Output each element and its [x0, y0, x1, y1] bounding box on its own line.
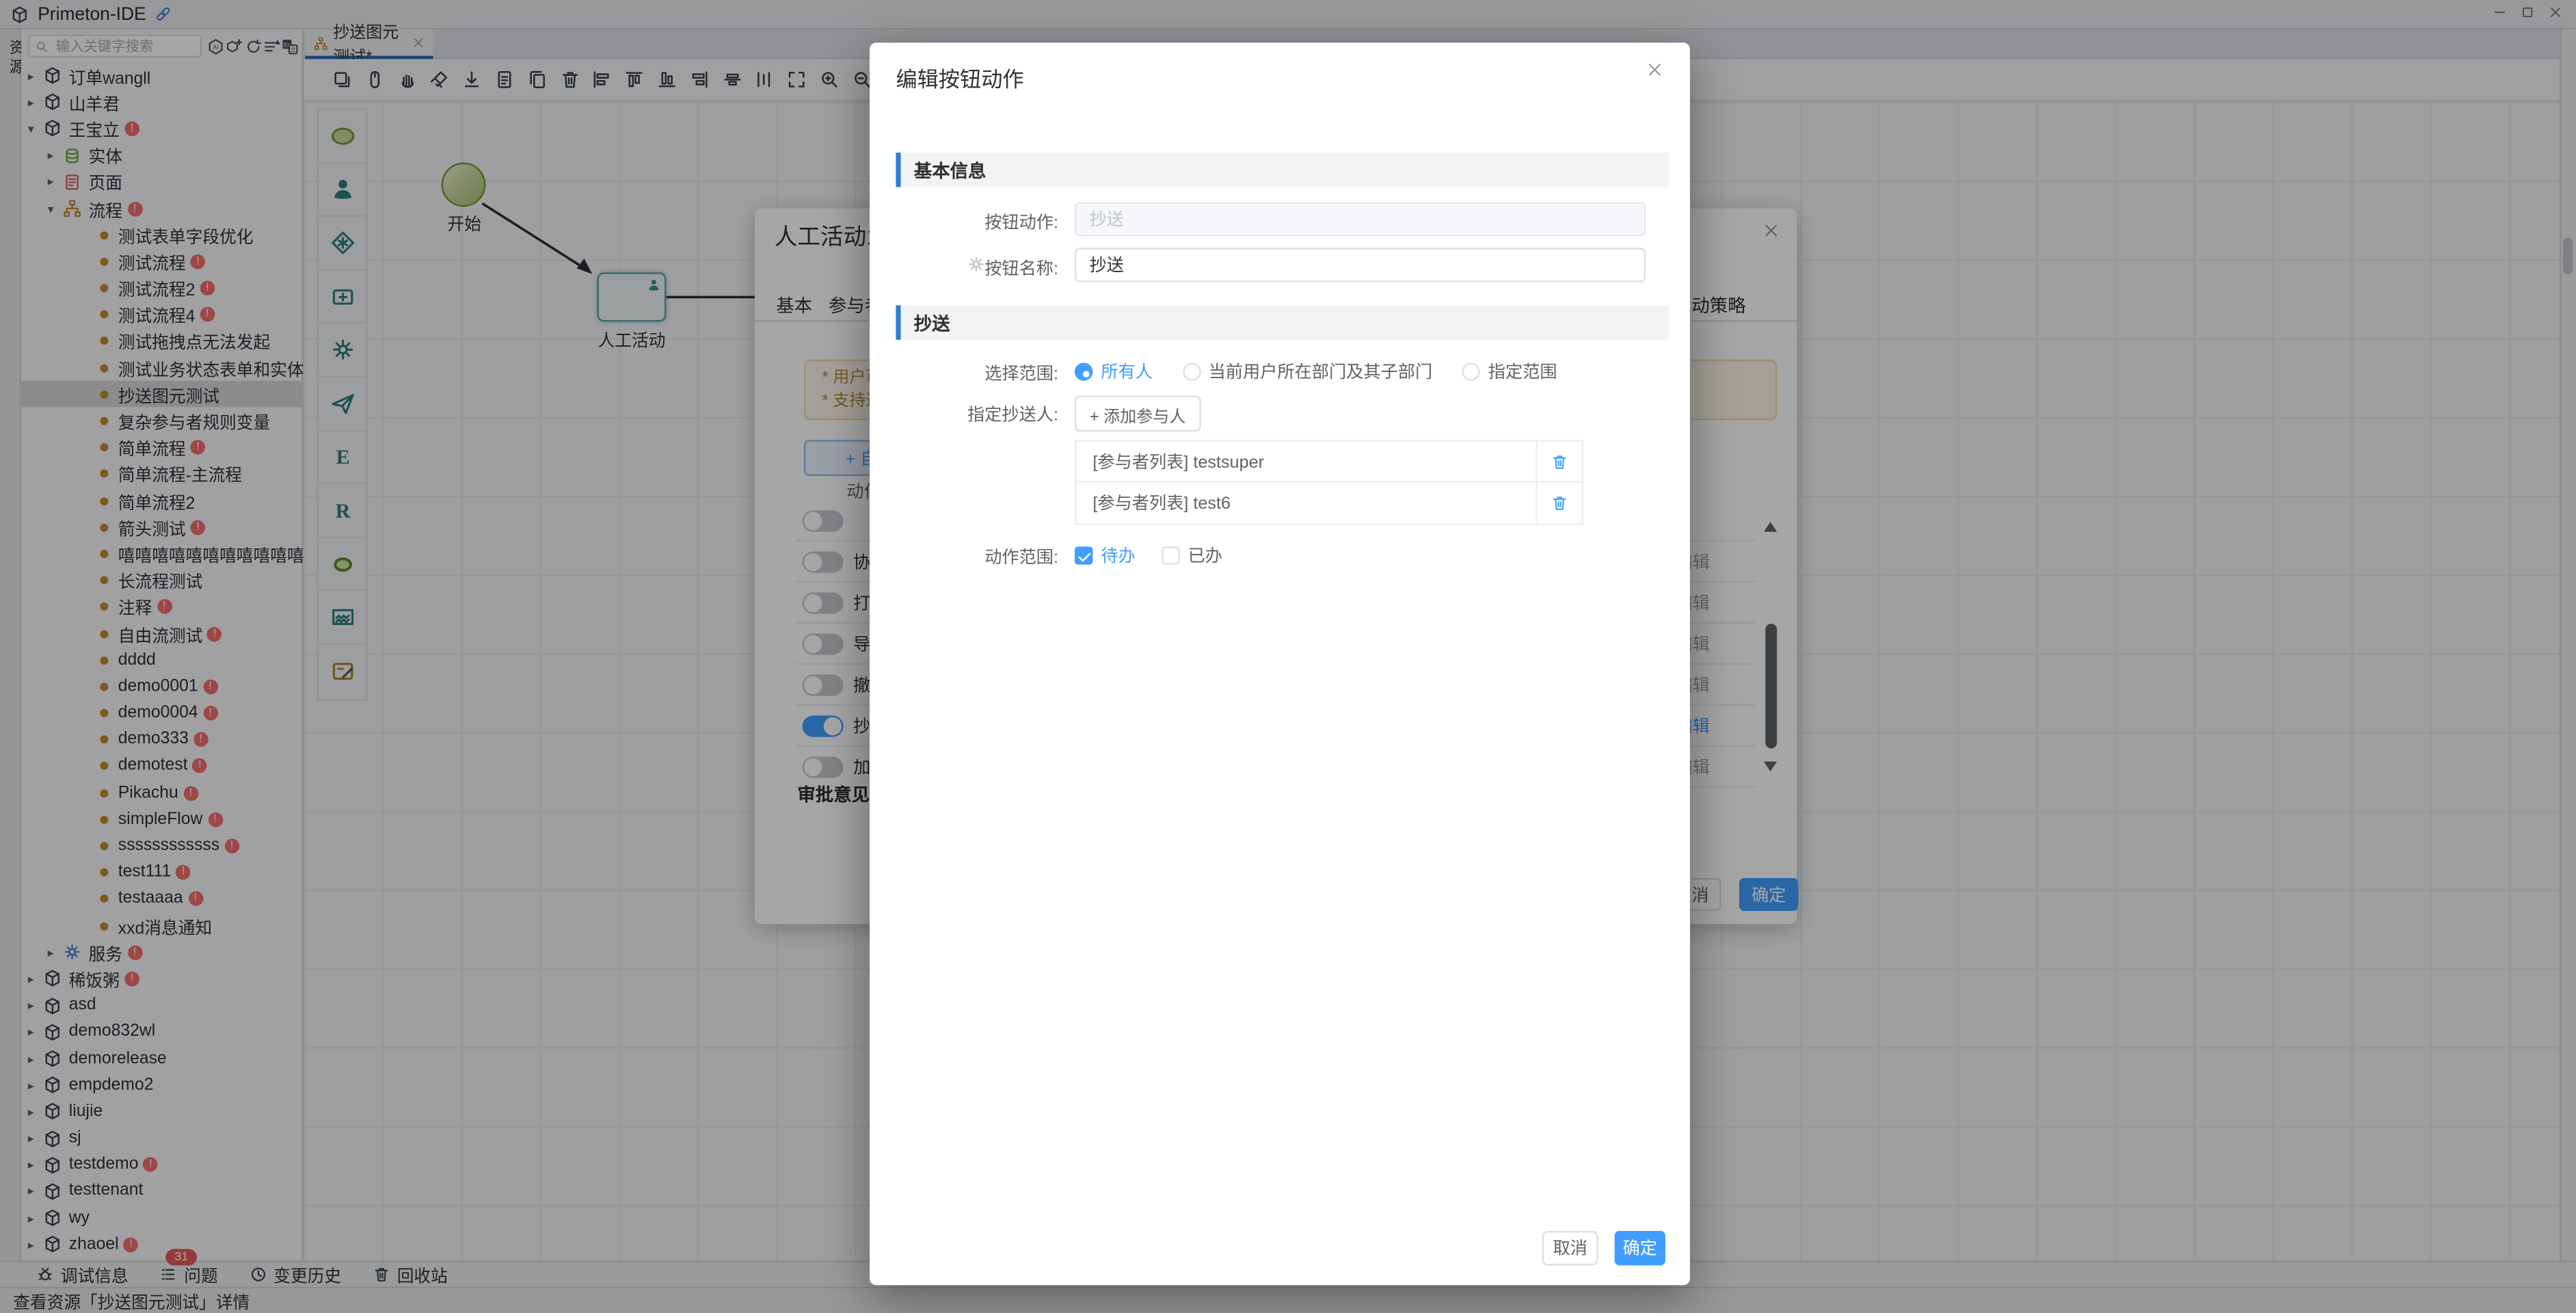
trash-icon [1551, 452, 1568, 470]
trash-icon [1551, 494, 1568, 512]
participant-table: [参与者列表] testsuper [参与者列表] test6 [1075, 440, 1583, 525]
modal-title: 编辑按钮动作 [896, 62, 1023, 94]
checkbox-label: 已办 [1188, 543, 1222, 568]
app-window: Primeton-IDE 资源 AIEn文 ▸订单wangll▸山羊君▾王宝立!… [0, 0, 2576, 1313]
range-option[interactable]: 已办 [1162, 543, 1222, 568]
radio-label: 指定范围 [1488, 360, 1557, 384]
close-icon[interactable] [1646, 61, 1663, 79]
radio-label: 所有人 [1101, 360, 1153, 384]
delete-participant-button[interactable] [1535, 483, 1581, 524]
field-label-action: 按钮动作: [870, 210, 1058, 235]
checkbox-icon[interactable] [1075, 546, 1092, 564]
checkbox-label: 待办 [1101, 543, 1135, 568]
section-copy: 抄送 [896, 305, 1668, 339]
scope-option[interactable]: 所有人 [1075, 360, 1153, 384]
radio-icon[interactable] [1182, 362, 1200, 380]
participant-row: [参与者列表] testsuper [1076, 442, 1581, 483]
field-label-range: 动作范围: [870, 545, 1058, 570]
checkbox-icon[interactable] [1162, 546, 1179, 564]
radio-icon[interactable] [1075, 362, 1092, 380]
field-label-scope: 选择范围: [870, 361, 1058, 386]
add-participant-button[interactable]: + 添加参与人 [1075, 395, 1200, 432]
modal-cancel-button[interactable]: 取消 [1542, 1231, 1598, 1265]
button-action-input[interactable]: 抄送 [1075, 202, 1646, 236]
participant-row: [参与者列表] test6 [1076, 483, 1581, 524]
field-label-name: 按钮名称: [870, 256, 1058, 280]
section-basic-info: 基本信息 [896, 152, 1668, 187]
radio-icon[interactable] [1462, 362, 1479, 380]
radio-label: 当前用户所在部门及其子部门 [1209, 360, 1433, 384]
participant-name: [参与者列表] testsuper [1076, 449, 1535, 473]
field-label-assign: 指定抄送人: [870, 402, 1058, 427]
range-option[interactable]: 待办 [1075, 543, 1136, 568]
button-name-input[interactable]: 抄送 [1075, 248, 1646, 282]
scope-option[interactable]: 当前用户所在部门及其子部门 [1182, 360, 1432, 384]
participant-name: [参与者列表] test6 [1076, 491, 1535, 516]
edit-button-action-modal: 编辑按钮动作 基本信息 按钮动作: 抄送 按钮名称: 抄送 抄送 选择范围: 所… [870, 42, 1690, 1285]
range-checkbox-group: 待办 已办 [1075, 543, 1222, 568]
delete-participant-button[interactable] [1535, 442, 1581, 481]
scope-radio-group: 所有人 当前用户所在部门及其子部门 指定范围 [1075, 360, 1557, 384]
scope-option[interactable]: 指定范围 [1462, 360, 1557, 384]
modal-ok-button[interactable]: 确定 [1615, 1231, 1665, 1265]
